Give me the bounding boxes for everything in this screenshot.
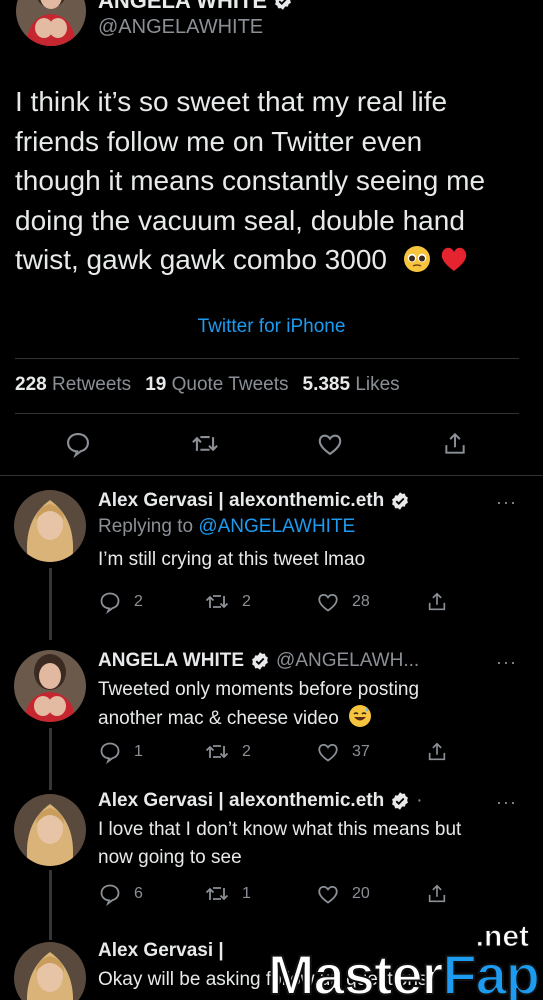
reply-count: 2 — [134, 593, 143, 610]
like-icon — [318, 886, 338, 904]
reply-button[interactable]: 6 — [98, 882, 143, 906]
reply-author[interactable]: Alex Gervasi | alexonthemic.eth · — [98, 790, 528, 812]
thread-line — [49, 870, 52, 940]
like-icon — [318, 744, 338, 762]
retweet-count: 2 — [242, 743, 251, 760]
tweet-text: I think it’s so sweet that my real life … — [15, 82, 530, 280]
tweet-source-link[interactable]: Twitter for iPhone — [0, 316, 543, 338]
tweet-line: friends follow me on Twitter even — [15, 125, 423, 157]
reply-button[interactable]: 1 — [98, 740, 143, 764]
avatar[interactable] — [14, 942, 86, 1000]
divider — [15, 413, 519, 414]
like-button[interactable]: 28 — [316, 590, 370, 614]
tweet-line: though it means constantly seeing me — [15, 165, 486, 196]
reply-button[interactable] — [64, 430, 92, 458]
like-count: 28 — [352, 593, 370, 610]
verified-badge-icon — [252, 652, 268, 670]
verified-badge-icon — [392, 492, 409, 510]
retweet-icon — [205, 595, 229, 609]
like-button[interactable]: 20 — [316, 882, 370, 906]
retweet-button[interactable]: 1 — [204, 882, 251, 906]
reply-button[interactable]: 2 — [98, 590, 143, 614]
like-icon — [318, 594, 338, 612]
share-button[interactable] — [442, 430, 468, 458]
reply-text: I love that I don’t know what this means… — [98, 819, 462, 868]
author-name[interactable]: ANGELA WHITE — [98, 0, 293, 14]
reply-author-handle[interactable]: @ANGELAWH... — [276, 650, 419, 672]
like-count: 20 — [352, 885, 370, 902]
thread-line — [49, 728, 52, 790]
avatar[interactable] — [14, 650, 86, 722]
replying-to-handle[interactable]: @ANGELAWHITE — [198, 516, 355, 537]
more-dots-icon[interactable]: ··· — [496, 0, 517, 9]
like-count: 37 — [352, 743, 370, 760]
tweet-line: I think it’s so sweet that my real life — [15, 86, 448, 117]
share-icon — [428, 742, 446, 761]
reply-text: Tweeted only moments before posting anot… — [98, 676, 518, 733]
red-heart-emoji-icon — [441, 247, 466, 271]
avatar[interactable] — [14, 490, 86, 562]
author-handle[interactable]: @ANGELAWHITE — [98, 16, 263, 39]
avatar[interactable] — [14, 794, 86, 866]
reply-tweet[interactable]: ANGELA WHITE @ANGELAWH... Tweeted only m… — [98, 650, 518, 733]
thread-line — [49, 568, 52, 640]
reply-author[interactable]: ANGELA WHITE @ANGELAWH... — [98, 650, 518, 672]
like-button[interactable] — [316, 430, 344, 458]
share-button[interactable] — [426, 740, 448, 764]
like-icon — [318, 434, 342, 456]
retweet-count: 1 — [242, 885, 251, 902]
retweet-icon — [192, 436, 218, 452]
tweet-stats: 228 Retweets 19 Quote Tweets 5.385 Likes — [15, 374, 414, 396]
reply-author-name[interactable]: Alex Gervasi | alexonthemic.eth — [98, 790, 384, 812]
share-button[interactable] — [426, 590, 448, 614]
watermark-text: MasterFap — [267, 942, 541, 1000]
watermark-logo: .net MasterFap — [239, 920, 541, 1000]
share-icon — [428, 592, 446, 611]
reply-count: 6 — [134, 885, 143, 902]
reply-tweet[interactable]: Alex Gervasi | alexonthemic.eth · I love… — [98, 790, 528, 872]
avatar[interactable] — [16, 0, 86, 46]
divider — [0, 475, 543, 476]
reply-count: 1 — [134, 743, 143, 760]
retweet-icon — [205, 745, 229, 759]
retweet-count: 2 — [242, 593, 251, 610]
retweet-icon — [205, 887, 229, 901]
tweet-line: doing the vacuum seal, double hand — [15, 204, 465, 236]
replying-to: Replying to @ANGELAWHITE — [98, 516, 356, 537]
reply-tweet[interactable]: Alex Gervasi | alexonthemic.eth Replying… — [98, 490, 518, 574]
reply-author[interactable]: Alex Gervasi | alexonthemic.eth — [98, 490, 518, 512]
reply-icon — [100, 742, 120, 764]
tweet-line: twist, gawk gawk combo 3000 — [15, 244, 387, 275]
reply-author-name[interactable]: Alex Gervasi | — [98, 940, 224, 962]
reply-icon — [100, 884, 120, 906]
quote-tweets-stat[interactable]: 19 Quote Tweets — [145, 374, 288, 396]
reply-line-last: another mac & cheese video — [98, 704, 518, 733]
reply-icon — [67, 433, 89, 458]
retweet-button[interactable]: 2 — [204, 590, 251, 614]
reply-icon — [100, 592, 120, 614]
retweets-stat[interactable]: 228 Retweets — [15, 374, 131, 396]
reply-author-name[interactable]: Alex Gervasi | alexonthemic.eth — [98, 490, 384, 512]
share-button[interactable] — [426, 882, 448, 906]
author-name-text[interactable]: ANGELA WHITE — [98, 0, 267, 14]
verified-badge-icon — [392, 792, 409, 810]
reply-text: I’m still crying at this tweet lmao — [98, 549, 366, 570]
divider — [15, 358, 519, 359]
retweet-button[interactable]: 2 — [204, 740, 251, 764]
pleading-face-emoji-icon — [403, 246, 430, 272]
tweet-line-last: twist, gawk gawk combo 3000 — [15, 240, 530, 280]
reply-author-name[interactable]: ANGELA WHITE — [98, 650, 244, 672]
share-icon — [445, 432, 465, 454]
likes-stat[interactable]: 5.385 Likes — [303, 374, 400, 396]
reply-separator: · — [416, 790, 423, 811]
like-button[interactable]: 37 — [316, 740, 370, 764]
retweet-button[interactable] — [190, 430, 220, 458]
verified-badge-icon — [275, 0, 291, 10]
share-icon — [428, 884, 446, 903]
grinning-sweat-emoji-icon — [349, 705, 372, 727]
